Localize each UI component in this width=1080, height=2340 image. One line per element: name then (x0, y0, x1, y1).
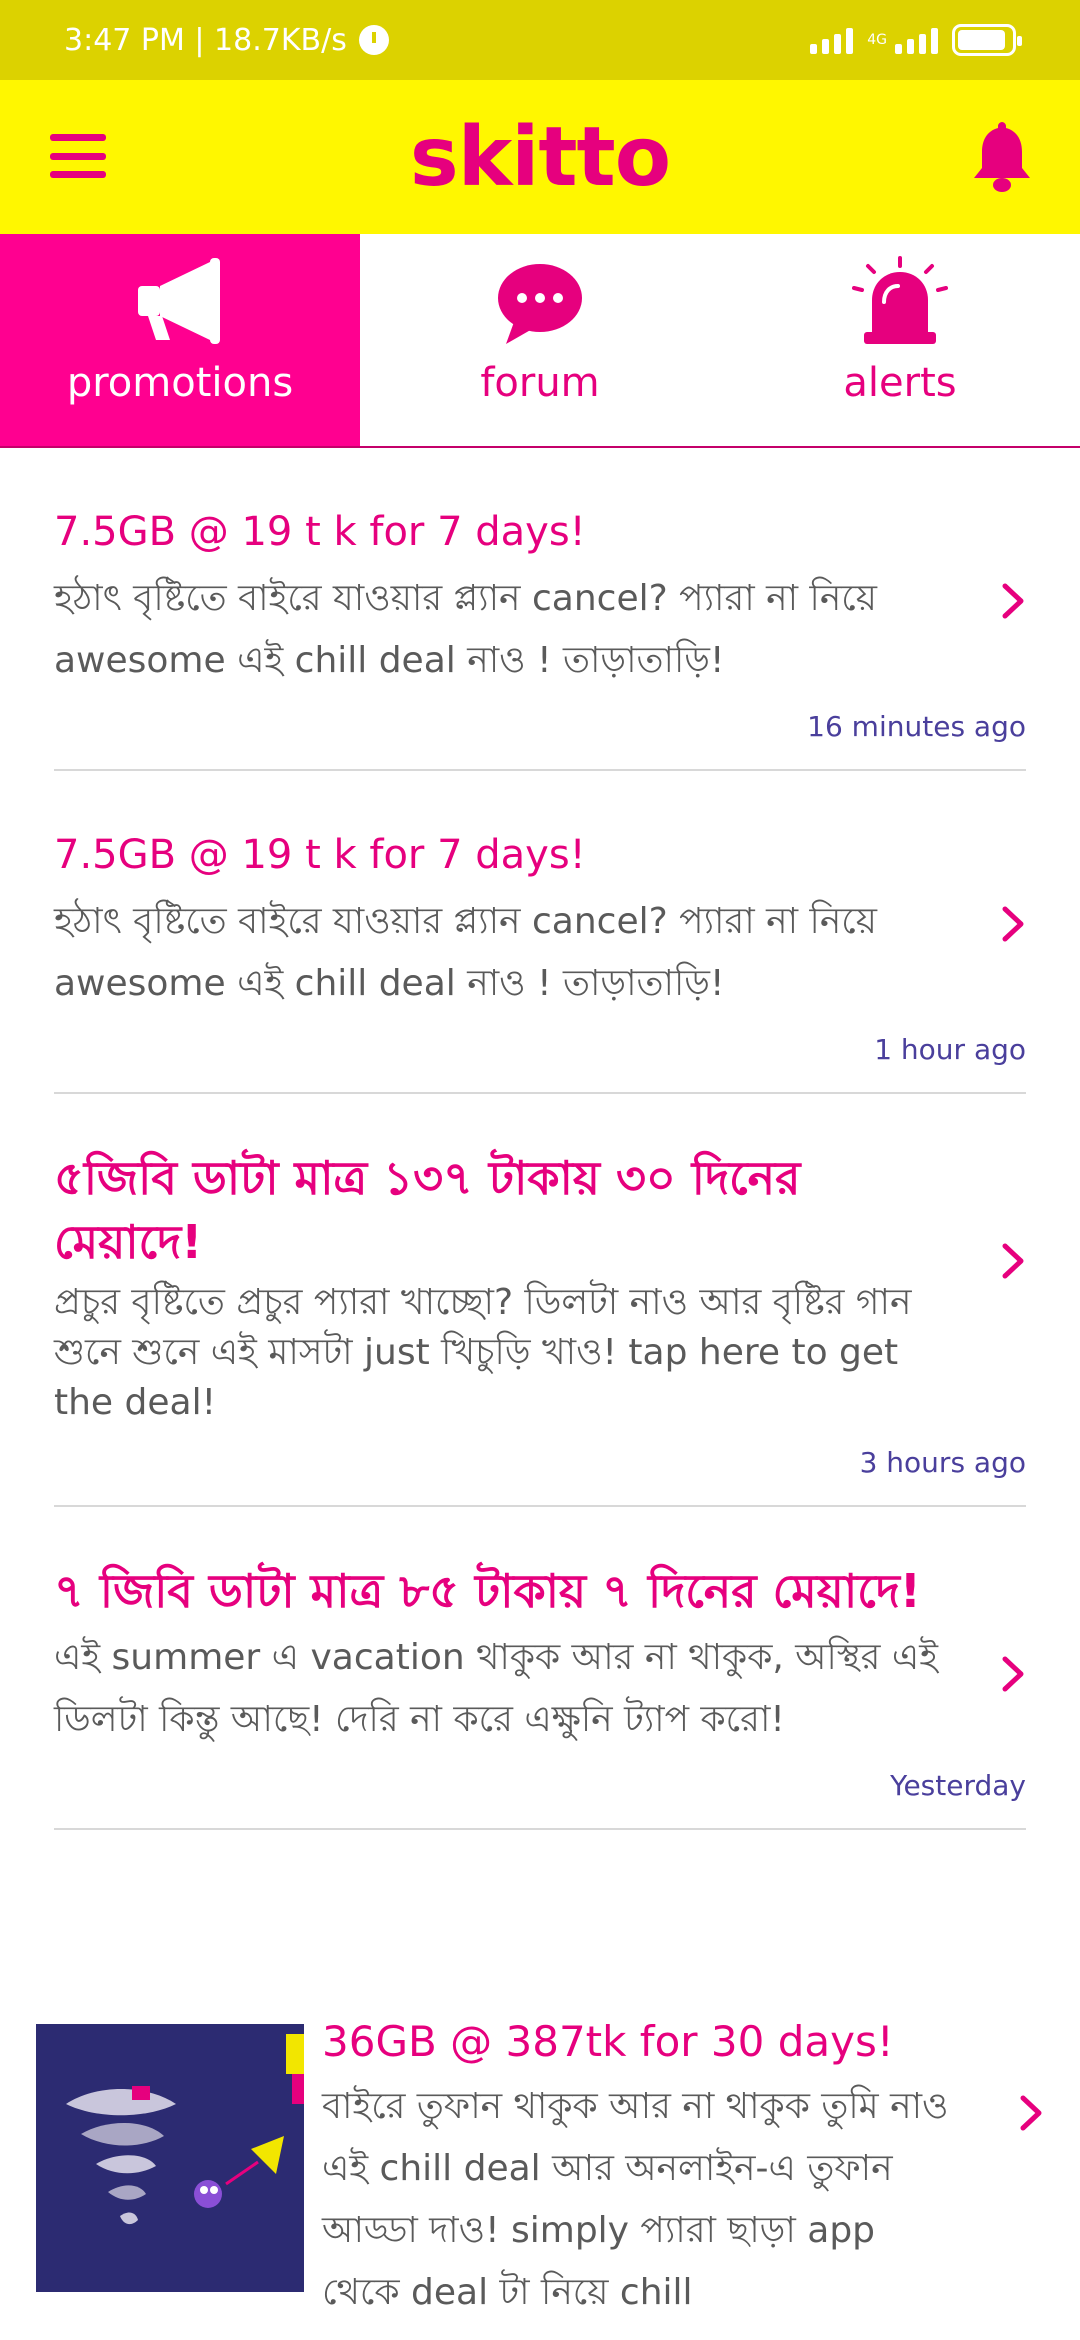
promotion-body: হঠাৎ বৃষ্টিতে বাইরে যাওয়ার প্ল্যান canc… (54, 901, 877, 1004)
chevron-right-icon[interactable] (1000, 1655, 1026, 1693)
promotion-timestamp: Yesterday (890, 1769, 1026, 1802)
status-bar: 3:47 PM | 18.7KB/s 4G (0, 0, 1080, 80)
bell-icon[interactable] (970, 118, 1034, 194)
promotion-item-with-image[interactable]: 36GB @ 387tk for 30 days! বাইরে তুফান থা… (0, 2000, 1080, 2340)
chevron-right-icon[interactable] (1000, 905, 1026, 943)
promotion-thumbnail-image (36, 2024, 304, 2292)
promotion-timestamp: 1 hour ago (874, 1033, 1026, 1066)
promotion-title: 36GB @ 387tk for 30 days! (322, 2017, 894, 2066)
promotion-item[interactable]: ৭ জিবি ডাটা মাত্র ৮৫ টাকায় ৭ দিনের মেয়… (54, 1507, 1026, 1830)
hamburger-menu-icon[interactable] (50, 134, 106, 178)
tab-forum[interactable]: forum (360, 234, 720, 446)
tab-promotions[interactable]: promotions (0, 234, 360, 446)
tab-bar: promotions forum alerts (0, 234, 1080, 448)
alarm-icon (358, 25, 389, 55)
battery-icon (952, 24, 1022, 56)
promotion-timestamp: 16 minutes ago (807, 710, 1026, 743)
promotions-feed: 7.5GB @ 19 t k for 7 days! হঠাৎ বৃষ্টিতে… (0, 448, 1080, 1830)
chat-bubble-icon (498, 264, 582, 344)
promotion-item[interactable]: ৫জিবি ডাটা মাত্র ১৩৭ টাকায় ৩০ দিনের মেয… (54, 1094, 1026, 1507)
tab-alerts[interactable]: alerts (720, 234, 1080, 446)
promotion-title: 7.5GB @ 19 t k for 7 days! (54, 832, 586, 878)
app-bar: skitto (0, 80, 1080, 234)
promotion-title: 7.5GB @ 19 t k for 7 days! (54, 509, 586, 555)
promotion-text: 36GB @ 387tk for 30 days! বাইরে তুফান থা… (322, 2010, 962, 2324)
promotion-body: এই summer এ vacation থাকুক আর না থাকুক, … (54, 1637, 938, 1740)
tab-label: alerts (843, 360, 957, 406)
tab-label: promotions (66, 360, 294, 406)
promotion-timestamp: 3 hours ago (859, 1446, 1026, 1479)
megaphone-icon (138, 258, 220, 344)
promotion-title: ৫জিবি ডাটা মাত্র ১৩৭ টাকায় ৩০ দিনের মেয… (54, 1151, 801, 1269)
cell-signal-icon (895, 26, 938, 54)
network-type-label: 4G (867, 32, 887, 48)
promotion-title: ৭ জিবি ডাটা মাত্র ৮৫ টাকায় ৭ দিনের মেয়… (54, 1564, 921, 1618)
promotion-body: হঠাৎ বৃষ্টিতে বাইরে যাওয়ার প্ল্যান canc… (54, 578, 877, 681)
app-logo: skitto (409, 109, 671, 205)
chevron-right-icon[interactable] (1000, 1242, 1026, 1280)
chevron-right-icon[interactable] (1018, 2094, 1044, 2132)
wifi-signal-icon (810, 26, 854, 54)
tab-label: forum (480, 360, 600, 406)
chevron-right-icon[interactable] (1000, 582, 1026, 620)
siren-icon (852, 256, 948, 344)
promotion-body: প্রচুর বৃষ্টিতে প্রচুর প্যারা খাচ্ছো? ডি… (54, 1282, 912, 1423)
promotion-item[interactable]: 7.5GB @ 19 t k for 7 days! হঠাৎ বৃষ্টিতে… (54, 448, 1026, 771)
promotion-body: বাইরে তুফান থাকুক আর না থাকুক তুমি নাও এ… (322, 2086, 949, 2313)
status-time-speed: 3:47 PM | 18.7KB/s (64, 22, 347, 58)
promotion-item[interactable]: 7.5GB @ 19 t k for 7 days! হঠাৎ বৃষ্টিতে… (54, 771, 1026, 1094)
